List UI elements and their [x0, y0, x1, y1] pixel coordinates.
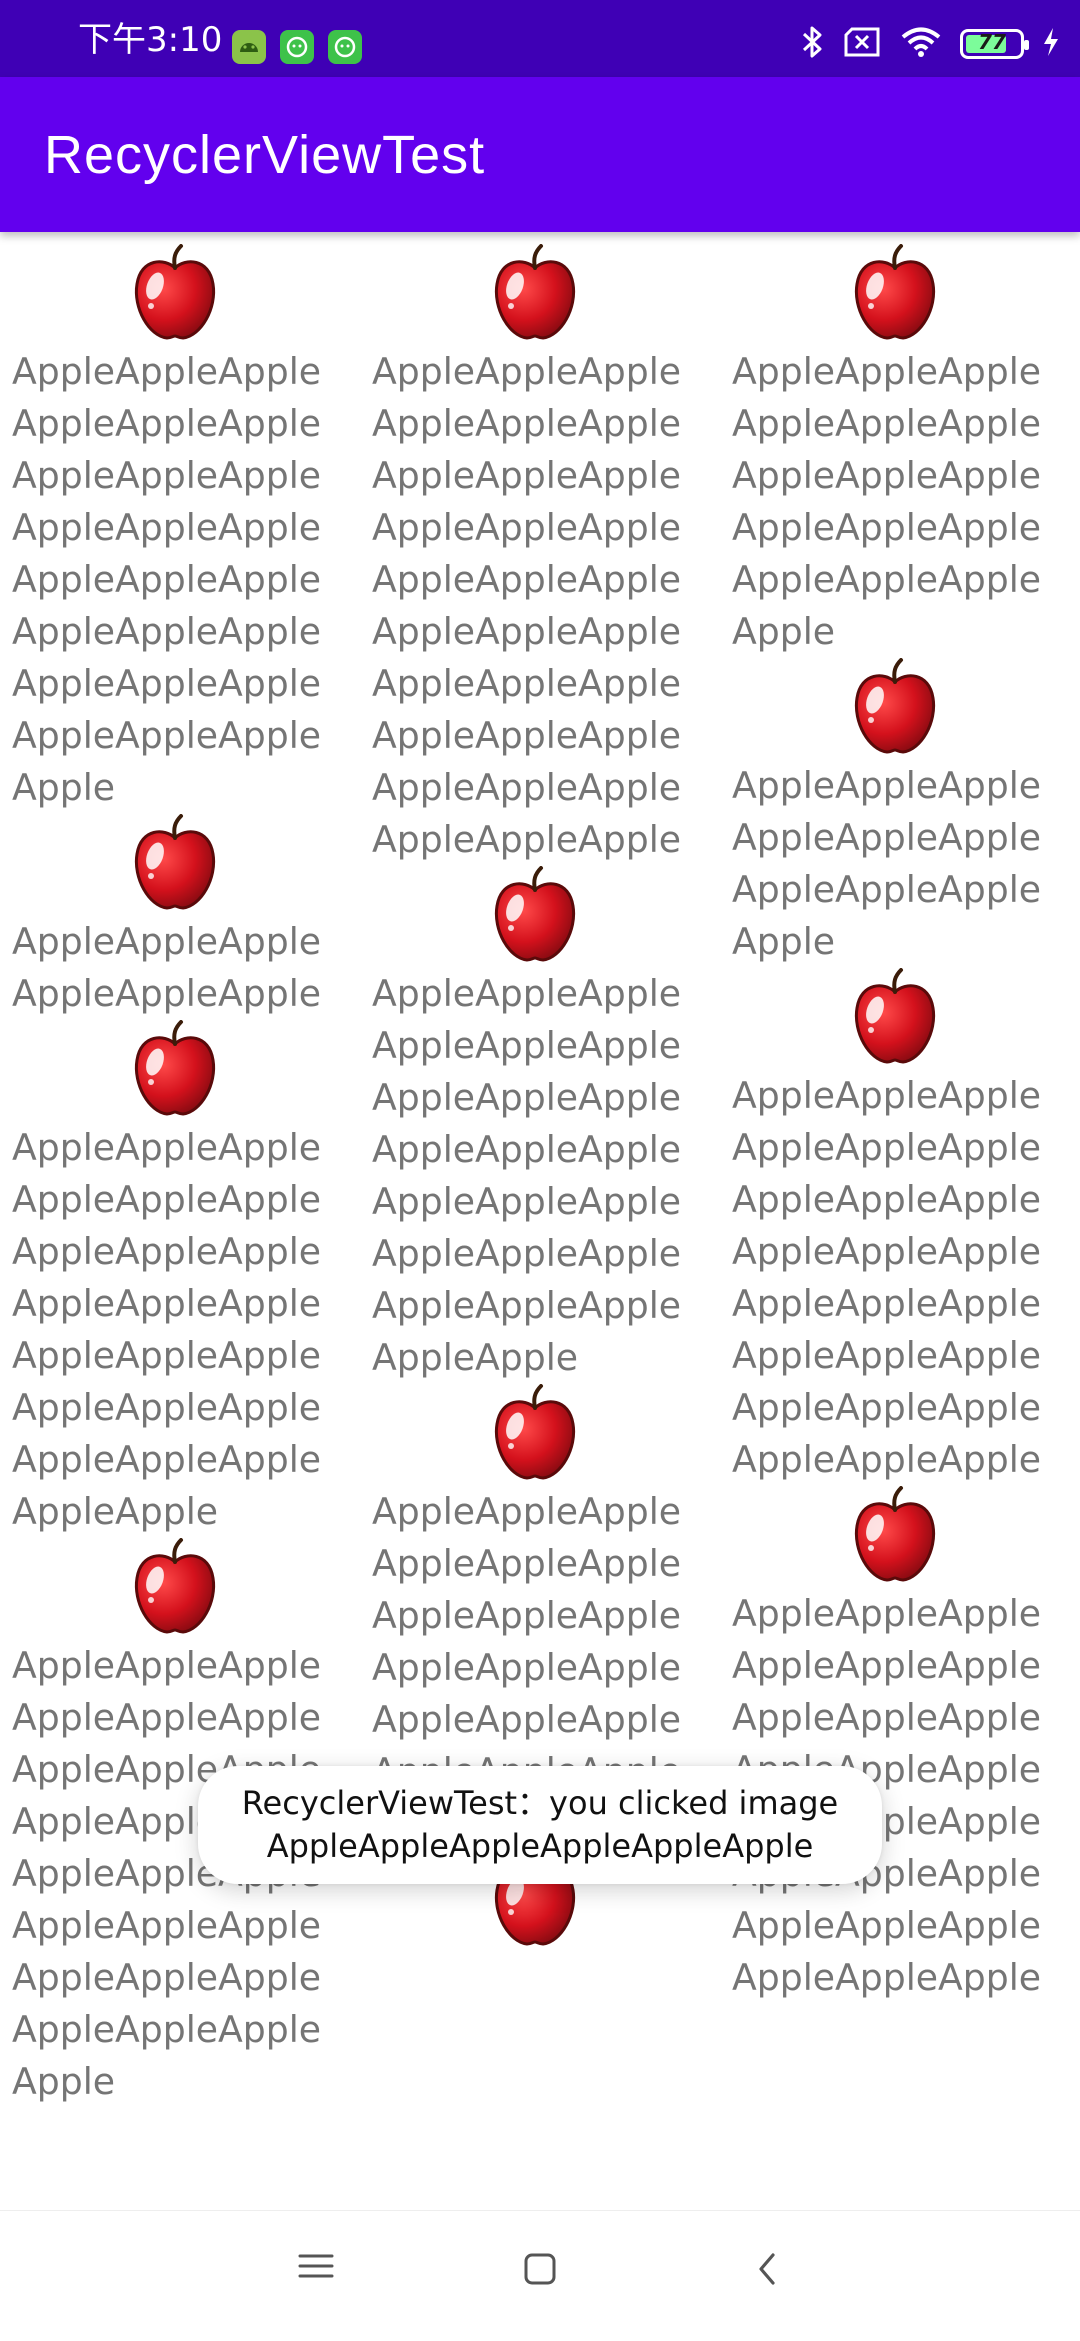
toast-message: RecyclerViewTest：you clicked image Apple… — [198, 1766, 882, 1884]
toast-line-2: AppleAppleAppleAppleAppleApple — [266, 1827, 814, 1865]
fruit-item[interactable]: AppleAppleAppleAppleAppleAppleAppleApple… — [720, 658, 1070, 968]
apple-icon[interactable] — [847, 658, 943, 758]
apple-icon[interactable] — [487, 866, 583, 966]
fruit-name[interactable]: AppleAppleAppleAppleAppleAppleAppleApple… — [720, 760, 1062, 968]
app-icon-green — [280, 30, 314, 64]
bluetooth-icon — [800, 24, 824, 64]
wifi-icon — [900, 26, 942, 62]
status-time: 下午3:10 — [78, 20, 223, 60]
charging-icon — [1042, 27, 1060, 61]
recycler-view[interactable]: AppleAppleAppleAppleAppleApple AppleApple… — [0, 232, 1080, 2210]
no-sim-icon — [842, 27, 882, 61]
fruit-name[interactable]: AppleAppleAppleAppleAppleAppleAppleApple… — [360, 346, 702, 866]
navigation-bar — [0, 2210, 1080, 2341]
apple-icon[interactable] — [127, 1020, 223, 1120]
apple-icon[interactable] — [127, 244, 223, 344]
back-icon[interactable] — [738, 2251, 798, 2301]
fruit-item[interactable]: AppleAppleAppleAppleAppleApple — [0, 814, 350, 1020]
android-app-icon — [232, 30, 266, 64]
apple-icon[interactable] — [847, 968, 943, 1068]
fruit-name[interactable]: AppleAppleAppleAppleAppleApple — [0, 916, 342, 1020]
fruit-item[interactable]: AppleAppleAppleAppleAppleAppleAppleApple… — [720, 244, 1070, 658]
apple-icon[interactable] — [847, 1486, 943, 1586]
fruit-item[interactable]: AppleAppleAppleAppleAppleAppleAppleApple… — [360, 866, 710, 1384]
battery-level: 77 — [978, 30, 1006, 54]
fruit-name[interactable]: AppleAppleAppleAppleAppleAppleAppleApple… — [360, 968, 702, 1384]
grid-column-2: AppleAppleAppleAppleAppleAppleAppleApple… — [360, 244, 710, 1952]
apple-icon[interactable] — [487, 1384, 583, 1484]
app-title: RecyclerViewTest — [44, 125, 486, 185]
app-bar: RecyclerViewTest — [0, 77, 1080, 232]
fruit-name[interactable]: AppleAppleAppleAppleAppleAppleAppleApple… — [720, 346, 1062, 658]
fruit-item[interactable]: AppleAppleAppleAppleAppleAppleAppleApple… — [360, 244, 710, 866]
grid-column-3: AppleAppleAppleAppleAppleAppleAppleApple… — [720, 244, 1070, 2004]
menu-icon[interactable] — [286, 2251, 346, 2301]
fruit-item[interactable]: AppleAppleAppleAppleAppleAppleAppleApple… — [0, 1020, 350, 1538]
toast-line-1: RecyclerViewTest：you clicked image — [241, 1784, 839, 1822]
apple-icon[interactable] — [127, 1538, 223, 1638]
fruit-name[interactable]: AppleAppleAppleAppleAppleAppleAppleApple… — [0, 1122, 342, 1538]
fruit-name[interactable]: AppleAppleAppleAppleAppleAppleAppleApple… — [720, 1070, 1062, 1486]
fruit-item[interactable]: AppleAppleAppleAppleAppleAppleAppleApple… — [0, 244, 350, 814]
apple-icon[interactable] — [487, 244, 583, 344]
app-icon-green — [328, 30, 362, 64]
home-icon[interactable] — [510, 2251, 570, 2301]
apple-icon[interactable] — [847, 244, 943, 344]
fruit-item[interactable]: AppleAppleAppleAppleAppleAppleAppleApple… — [720, 1486, 1070, 2004]
fruit-name[interactable]: AppleAppleAppleAppleAppleAppleAppleApple… — [0, 346, 342, 814]
apple-icon[interactable] — [127, 814, 223, 914]
battery-icon: 77 — [960, 29, 1029, 59]
fruit-item[interactable]: AppleAppleAppleAppleAppleAppleAppleApple… — [720, 968, 1070, 1486]
status-icons: 77 — [800, 22, 1060, 66]
status-bar: 下午3:10 77 — [0, 0, 1080, 77]
